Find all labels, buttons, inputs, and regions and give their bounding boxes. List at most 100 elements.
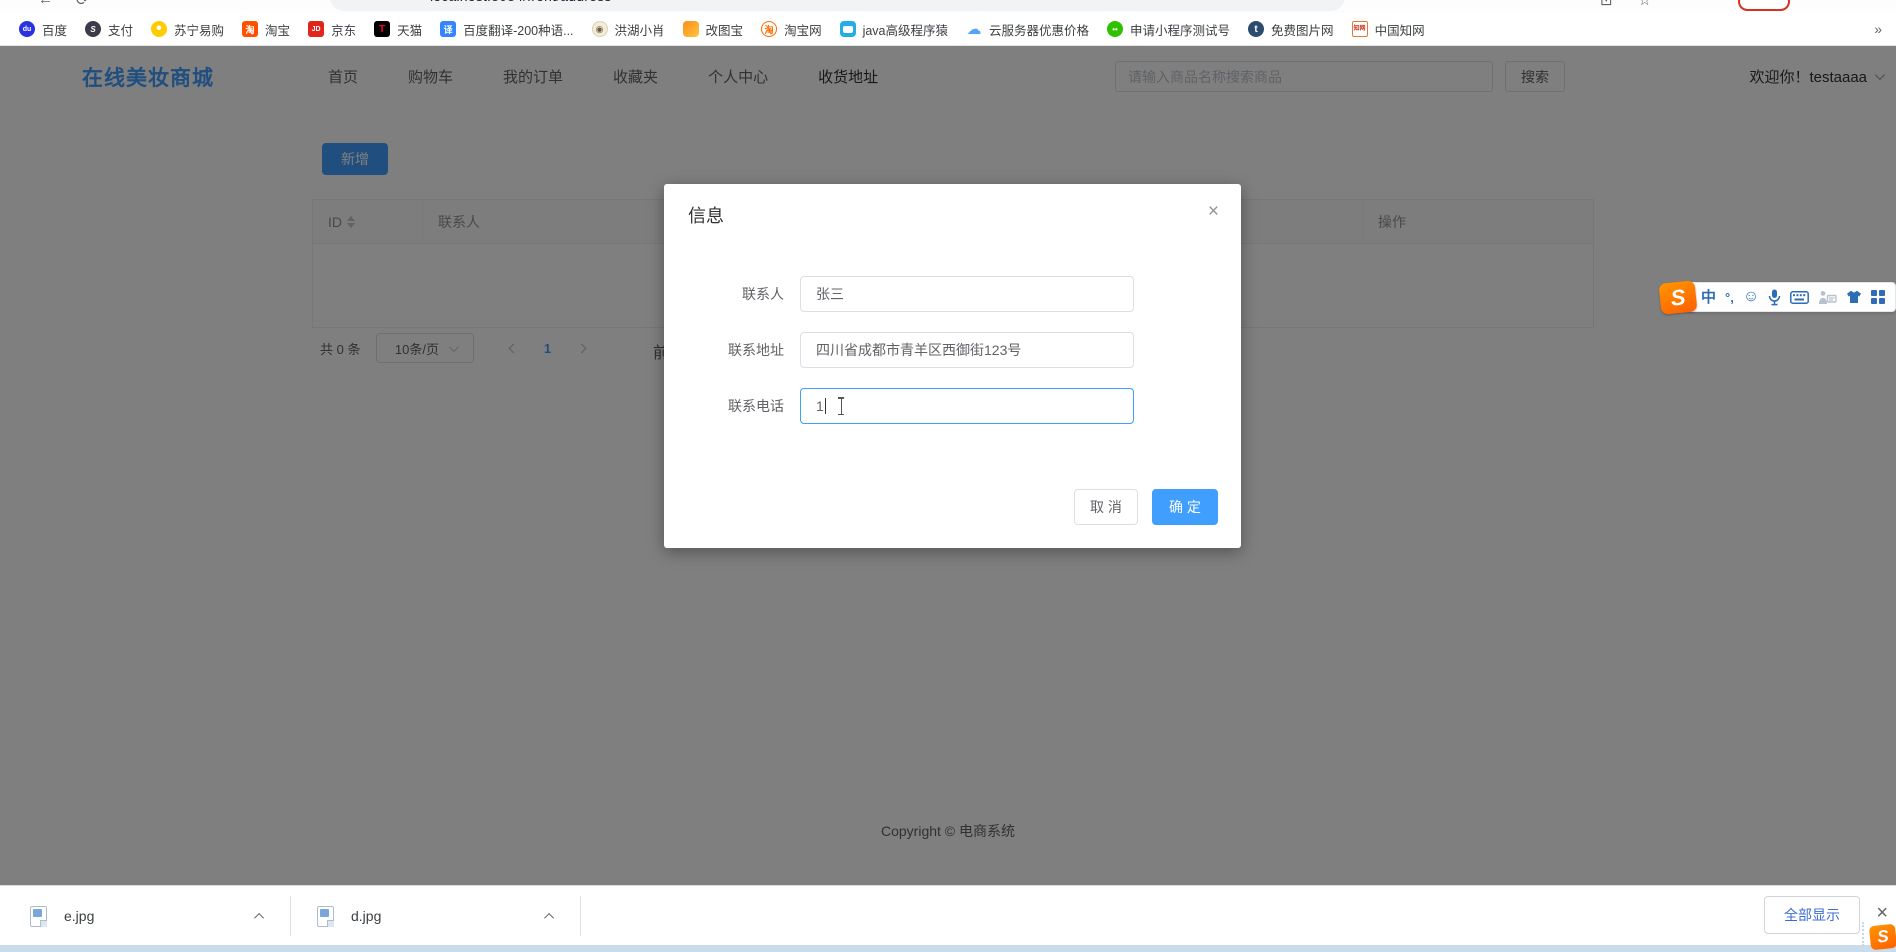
jd-icon: JD	[308, 21, 324, 37]
ime-punctuation-icon[interactable]: °,	[1725, 291, 1734, 304]
bookmark-label: 申请小程序测试号	[1130, 20, 1230, 39]
text-caret	[825, 398, 826, 414]
bookmark-baidu-fanyi[interactable]: 译百度翻译-200种语...	[431, 16, 582, 42]
bookmark-label: 京东	[331, 20, 356, 39]
back-icon[interactable]: ←	[38, 0, 53, 8]
download-filename: e.jpg	[64, 908, 94, 924]
sogou-drag-dots	[1862, 922, 1864, 946]
bookmark-miniprogram[interactable]: •• 申请小程序测试号	[1098, 16, 1239, 42]
contact-address-field[interactable]	[800, 332, 1134, 368]
download-filename: d.jpg	[351, 908, 381, 924]
ime-bar: 中 °, ☺	[1688, 282, 1896, 312]
taobao-icon: 淘	[242, 21, 258, 37]
form-row-address: 联系地址	[664, 332, 1134, 368]
close-downloads-bar-icon[interactable]: ×	[1872, 899, 1892, 927]
contact-name-field[interactable]	[800, 276, 1134, 312]
reload-icon[interactable]: ⟳	[76, 0, 89, 9]
form-row-contact: 联系人	[664, 276, 1134, 312]
sogou-logo-icon[interactable]: S	[1658, 280, 1697, 315]
suning-icon	[151, 21, 167, 37]
bookmark-cloud-server[interactable]: ☁ 云服务器优惠价格	[957, 16, 1098, 42]
keyboard-icon[interactable]	[1790, 291, 1809, 304]
browser-update-pill[interactable]	[1738, 0, 1790, 11]
confirm-button[interactable]: 确 定	[1152, 489, 1218, 525]
download-item-e-jpg[interactable]: e.jpg	[0, 886, 290, 946]
cloud-icon: ☁	[966, 21, 982, 37]
bookmark-label: 中国知网	[1375, 20, 1425, 39]
star-icon[interactable]: ☆	[1638, 0, 1651, 9]
skin-shirt-icon[interactable]	[1846, 290, 1862, 304]
tv-icon	[840, 21, 856, 37]
bookmark-jd[interactable]: JD 京东	[299, 16, 365, 42]
sogou-corner-logo-icon[interactable]: S	[1869, 924, 1896, 951]
bookmark-java[interactable]: java高级程序猿	[831, 16, 957, 42]
browser-toolbar: ← ⟳ localhost:8084/front/address ⊡ ☆	[0, 0, 1896, 13]
bookmark-cnki[interactable]: 知网中国知网	[1343, 16, 1434, 42]
contact-phone-field[interactable]	[800, 388, 1134, 424]
screen: ← ⟳ localhost:8084/front/address ⊡ ☆ du 百…	[0, 0, 1896, 952]
field-label: 联系电话	[664, 396, 784, 416]
ime-mode-chinese[interactable]: 中	[1701, 290, 1716, 305]
pay-icon: S	[85, 21, 101, 37]
chevron-up-icon[interactable]	[257, 907, 264, 925]
bookmark-label: java高级程序猿	[863, 20, 948, 39]
divider	[580, 896, 581, 936]
form-row-phone: 联系电话	[664, 388, 1134, 424]
bookmark-add-icon[interactable]: ⊡	[1600, 0, 1613, 9]
bottom-edge-strip	[0, 945, 1896, 952]
show-all-downloads-button[interactable]: 全部显示	[1764, 896, 1860, 934]
dialog-footer: 取 消 确 定	[1074, 489, 1218, 525]
ibeam-cursor	[836, 397, 846, 415]
ime-menu-grid-icon[interactable]	[1871, 290, 1885, 304]
bookmark-free-images[interactable]: t 免费图片网	[1239, 16, 1343, 42]
image-site-icon: t	[1248, 21, 1264, 37]
cancel-button[interactable]: 取 消	[1074, 489, 1138, 525]
taobao-net-icon: 淘	[761, 21, 777, 37]
bookmark-taobao-wang[interactable]: 淘淘宝网	[752, 16, 831, 42]
bookmark-label: 百度翻译-200种语...	[463, 20, 573, 39]
bookmark-label: 免费图片网	[1271, 20, 1334, 39]
baidu-icon: du	[19, 21, 35, 37]
ime-emoji-icon[interactable]: ☺	[1743, 289, 1759, 305]
address-bar[interactable]: localhost:8084/front/address	[330, 0, 1345, 11]
bookmark-label: 支付	[108, 20, 133, 39]
wechat-icon: ••	[1107, 21, 1123, 37]
bookmark-tmall[interactable]: T 天猫	[365, 16, 431, 42]
bookmark-label: 百度	[42, 20, 67, 39]
bookmark-baidu[interactable]: du 百度	[10, 16, 76, 42]
close-icon[interactable]: ×	[1204, 198, 1223, 225]
url-text: localhost:8084/front/address	[430, 0, 612, 4]
ime-toolbar: S 中 °, ☺	[1660, 281, 1896, 313]
tmall-icon: T	[374, 21, 390, 37]
bookmark-label: 天猫	[397, 20, 422, 39]
bookmark-label: 苏宁易购	[174, 20, 224, 39]
bookmarks-bar: du百度 S支付 苏宁易购 淘淘宝 JD京东 T天猫 译百度翻译-200种语..…	[0, 13, 1896, 46]
bookmark-gaitubao[interactable]: 改图宝	[674, 16, 753, 42]
bookmark-label: 洪湖小肖	[615, 20, 665, 39]
address-dialog: 信息 × 联系人 联系地址 联系电话 取 消 确 定	[664, 184, 1241, 548]
bookmark-taobao[interactable]: 淘淘宝	[233, 16, 299, 42]
bookmark-honghuxiaoxiao[interactable]: ◉ 洪湖小肖	[583, 16, 674, 42]
bookmark-suning[interactable]: 苏宁易购	[142, 16, 233, 42]
bookmark-label: 改图宝	[706, 20, 744, 39]
translate-icon: 译	[440, 21, 456, 37]
field-label: 联系地址	[664, 340, 784, 360]
bookmark-label: 云服务器优惠价格	[989, 20, 1089, 39]
image-file-icon	[317, 906, 334, 927]
dialog-title: 信息	[688, 202, 724, 228]
downloads-bar: e.jpg d.jpg 全部显示 ×	[0, 885, 1896, 945]
microphone-icon[interactable]	[1768, 289, 1781, 306]
cnki-icon: 知网	[1352, 21, 1368, 37]
bookmarks-overflow-chevron[interactable]: »	[1874, 21, 1882, 37]
download-item-d-jpg[interactable]: d.jpg	[291, 886, 580, 946]
bookmark-label: 淘宝网	[784, 20, 822, 39]
handwriting-person-icon[interactable]	[1818, 290, 1837, 305]
chevron-up-icon[interactable]	[547, 907, 554, 925]
owl-icon: ◉	[592, 21, 608, 37]
web-page: 在线美妆商城 首页 购物车 我的订单 收藏夹 个人中心 收货地址 搜索 欢迎你！…	[0, 46, 1896, 885]
image-file-icon	[30, 906, 47, 927]
bookmark-label: 淘宝	[265, 20, 290, 39]
bookmark-zhifu[interactable]: S 支付	[76, 16, 142, 42]
gaitubao-icon	[683, 21, 699, 37]
field-label: 联系人	[664, 284, 784, 304]
